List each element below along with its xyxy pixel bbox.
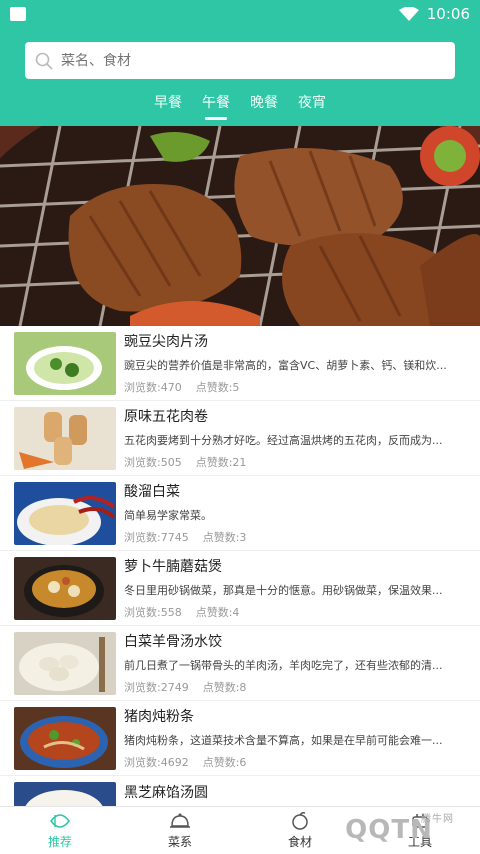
recipe-description: 猪肉炖粉条，这道菜技术含量不算高，如果是在早前可能会难一...	[124, 734, 443, 747]
like-count: 点赞数:5	[195, 381, 240, 394]
like-count: 点赞数:3	[202, 531, 247, 544]
notification-icon	[10, 7, 26, 21]
view-count: 浏览数:7745	[124, 531, 189, 544]
recipe-thumbnail	[14, 631, 116, 695]
meal-tabs: 早餐 午餐 晚餐 夜宵	[0, 92, 480, 120]
nav-label: 推荐	[47, 835, 72, 849]
tab-dinner[interactable]: 晚餐	[250, 92, 278, 120]
recipe-description: 豌豆尖的营养价值是非常高的，富含VC、胡萝卜素、钙、镁和炊...	[124, 359, 447, 372]
list-item[interactable]: 原味五花肉卷 五花肉要烤到十分熟才好吃。经过高温烘烤的五花肉，反而成为... 浏…	[0, 401, 480, 476]
recipe-thumbnail	[14, 481, 116, 545]
banner-image[interactable]	[0, 126, 480, 326]
like-count: 点赞数:21	[195, 456, 247, 469]
list-item[interactable]: 黑芝麻馅汤圆	[0, 776, 480, 806]
list-item[interactable]: 酸溜白菜 简单易学家常菜。 浏览数:7745 点赞数:3	[0, 476, 480, 551]
list-item[interactable]: 豌豆尖肉片汤 豌豆尖的营养价值是非常高的，富含VC、胡萝卜素、钙、镁和炊... …	[0, 326, 480, 401]
recipe-thumbnail	[14, 331, 116, 395]
status-time: 10:06	[426, 5, 470, 23]
view-count: 浏览数:505	[124, 456, 182, 469]
like-count: 点赞数:8	[202, 681, 247, 694]
wifi-icon	[398, 7, 419, 21]
list-item[interactable]: 萝卜牛腩蘑菇煲 冬日里用砂锅做菜，那真是十分的惬意。用砂锅做菜，保温效果... …	[0, 551, 480, 626]
tab-breakfast[interactable]: 早餐	[154, 92, 182, 120]
like-count: 点赞数:6	[202, 756, 247, 769]
nav-label: 菜系	[167, 835, 192, 849]
recipe-description: 前几日煮了一锅带骨头的羊肉汤，羊肉吃完了，还有些浓郁的清...	[124, 659, 443, 672]
search-icon	[35, 52, 53, 70]
cloche-icon	[170, 813, 190, 828]
status-bar: 10:06	[0, 0, 480, 28]
app-header: 10:06 早餐 午餐 晚餐 夜宵	[0, 0, 480, 126]
recipe-description: 冬日里用砂锅做菜，那真是十分的惬意。用砂锅做菜，保温效果...	[124, 584, 443, 597]
recipe-list: 豌豆尖肉片汤 豌豆尖的营养价值是非常高的，富含VC、胡萝卜素、钙、镁和炊... …	[0, 326, 480, 806]
watermark-logo: QQTN 腾牛网	[345, 814, 454, 845]
recipe-title: 酸溜白菜	[124, 484, 180, 500]
recipe-title: 黑芝麻馅汤圆	[124, 785, 208, 801]
recipe-thumbnail	[14, 556, 116, 620]
recipe-title: 猪肉炖粉条	[124, 709, 194, 725]
view-count: 浏览数:2749	[124, 681, 189, 694]
search-input[interactable]	[61, 52, 455, 69]
view-count: 浏览数:558	[124, 606, 182, 619]
view-count: 浏览数:4692	[124, 756, 189, 769]
view-count: 浏览数:470	[124, 381, 182, 394]
nav-cuisine[interactable]: 菜系	[120, 807, 240, 854]
search-bar[interactable]	[25, 42, 455, 79]
recipe-thumbnail	[14, 406, 116, 470]
recipe-description: 五花肉要烤到十分熟才好吃。经过高温烘烤的五花肉，反而成为...	[124, 434, 443, 447]
recipe-thumbnail	[14, 782, 116, 806]
tab-lunch[interactable]: 午餐	[202, 92, 230, 120]
recipe-title: 白菜羊骨汤水饺	[124, 634, 222, 650]
like-count: 点赞数:4	[195, 606, 240, 619]
list-item[interactable]: 猪肉炖粉条 猪肉炖粉条，这道菜技术含量不算高，如果是在早前可能会难一... 浏览…	[0, 701, 480, 776]
recipe-title: 豌豆尖肉片汤	[124, 334, 208, 350]
recipe-title: 原味五花肉卷	[124, 409, 208, 425]
nav-recommend[interactable]: 推荐	[0, 807, 120, 854]
list-item[interactable]: 白菜羊骨汤水饺 前几日煮了一锅带骨头的羊肉汤，羊肉吃完了，还有些浓郁的清... …	[0, 626, 480, 701]
tab-late-night[interactable]: 夜宵	[298, 92, 326, 120]
recipe-title: 萝卜牛腩蘑菇煲	[124, 559, 222, 575]
recipe-description: 简单易学家常菜。	[124, 509, 212, 522]
recipe-thumbnail	[14, 706, 116, 770]
recommend-icon	[49, 814, 71, 828]
